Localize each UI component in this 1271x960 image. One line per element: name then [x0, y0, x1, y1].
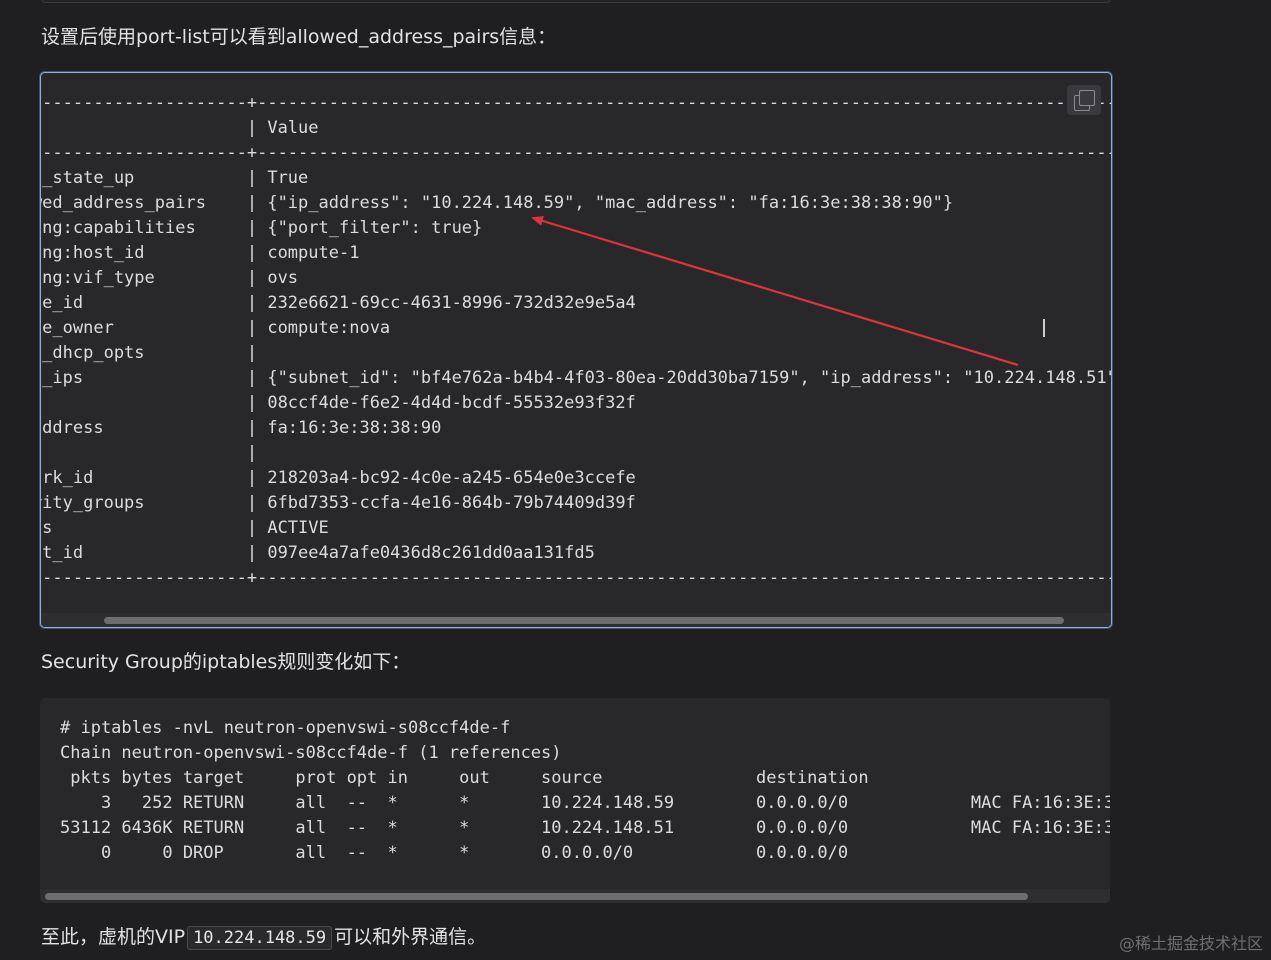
scrollbar-thumb[interactable] — [104, 617, 1064, 624]
conclusion-text-before: 至此，虚机的VIP — [41, 926, 186, 948]
conclusion-text-after: 可以和外界通信。 — [334, 926, 487, 948]
horizontal-scrollbar[interactable] — [40, 889, 1110, 903]
iptables-output: # iptables -nvL neutron-openvswi-s08ccf4… — [60, 718, 1110, 863]
copy-button[interactable] — [1067, 85, 1101, 115]
previous-block-edge — [40, 0, 1112, 3]
port-list-code-block[interactable]: -------------------------+--------------… — [40, 72, 1112, 628]
vip-inline-code: 10.224.148.59 — [187, 926, 333, 950]
text-cursor — [1043, 319, 1045, 337]
intro-paragraph: 设置后使用port-list可以看到allowed_address_pairs信… — [41, 26, 557, 48]
conclusion-paragraph: 至此，虚机的VIP 10.224.148.59 可以和外界通信。 — [41, 925, 486, 950]
horizontal-scrollbar[interactable] — [41, 613, 1111, 627]
watermark: @稀土掘金技术社区 — [1118, 934, 1263, 953]
iptables-code-block[interactable]: # iptables -nvL neutron-openvswi-s08ccf4… — [40, 698, 1110, 903]
scrollbar-thumb[interactable] — [45, 893, 1028, 900]
iptables-intro-paragraph: Security Group的iptables规则变化如下： — [41, 651, 411, 673]
port-list-output: -------------------------+--------------… — [40, 93, 1112, 588]
